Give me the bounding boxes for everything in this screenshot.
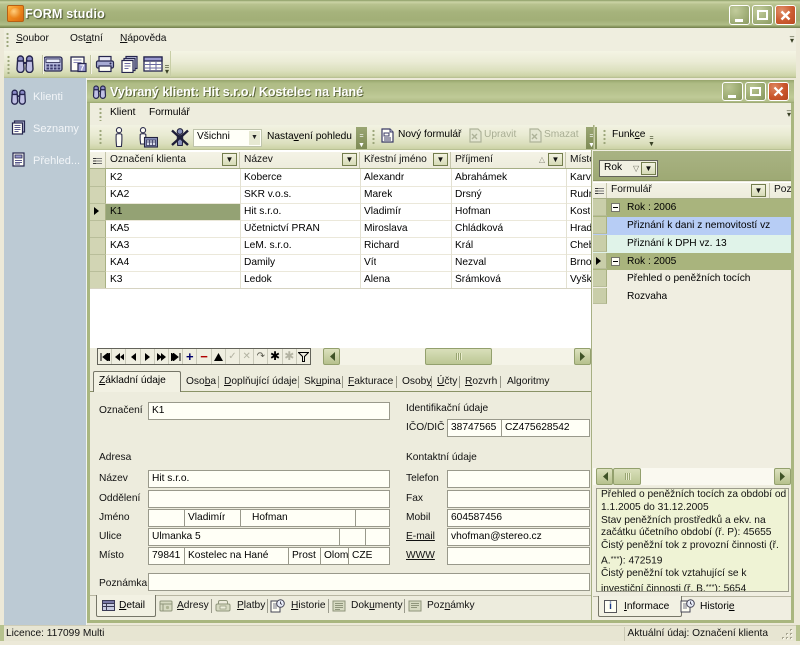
svg-text:7: 7 <box>80 64 85 73</box>
